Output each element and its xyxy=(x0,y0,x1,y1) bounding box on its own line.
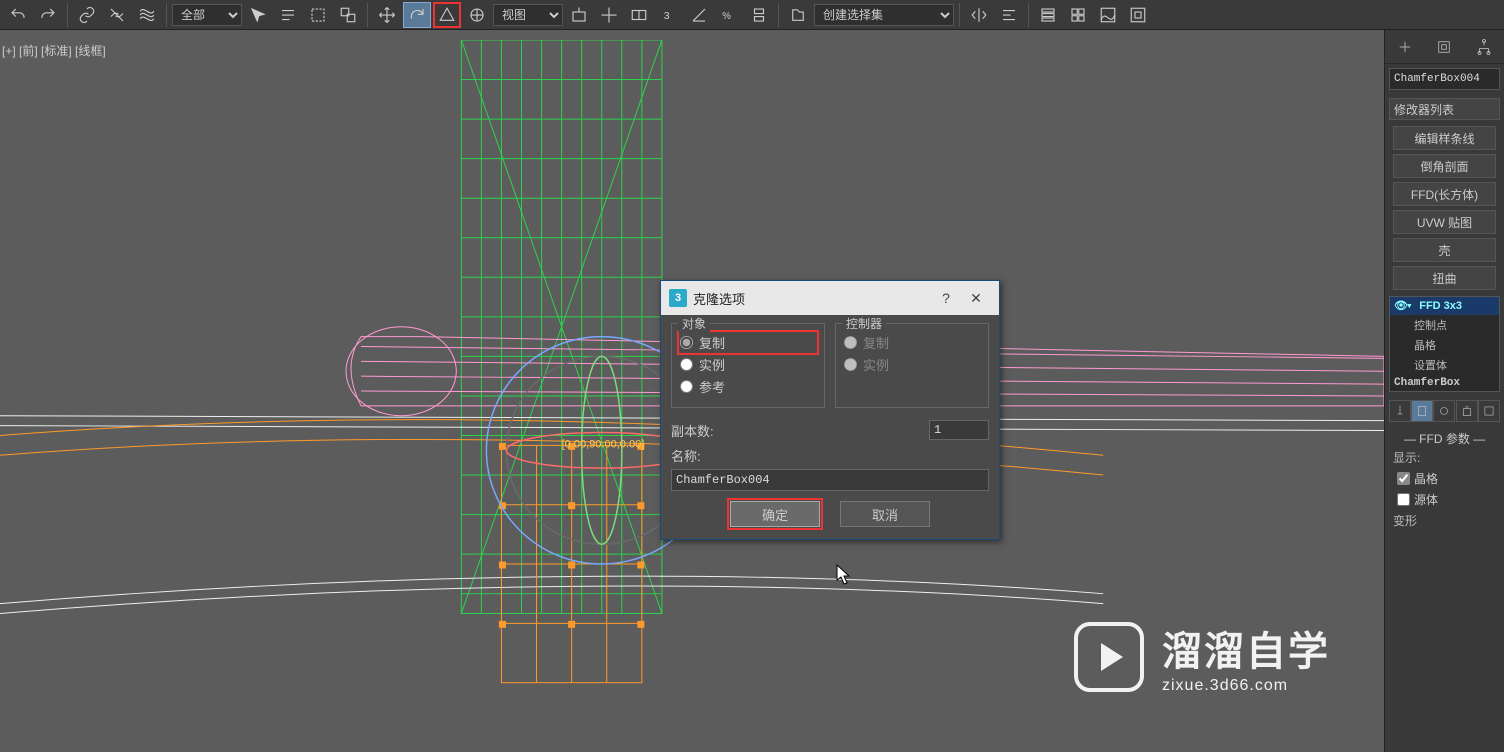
twist-button[interactable]: 扭曲 xyxy=(1393,266,1496,290)
rotate-button[interactable] xyxy=(403,2,431,28)
lattice-checkbox[interactable]: 晶格 xyxy=(1397,470,1492,487)
name-label: 名称: xyxy=(671,449,701,464)
source-volume-checkbox[interactable]: 源体 xyxy=(1397,491,1492,508)
unlink-button[interactable] xyxy=(103,2,131,28)
name-input[interactable] xyxy=(671,469,989,491)
placement-button[interactable] xyxy=(463,2,491,28)
modify-tab-icon[interactable] xyxy=(1430,33,1458,61)
command-panel-tabs xyxy=(1385,30,1504,64)
select-by-name-button[interactable] xyxy=(274,2,302,28)
toggle-ribbon-button[interactable] xyxy=(1064,2,1092,28)
stack-item-base[interactable]: ChamferBox xyxy=(1390,375,1499,391)
use-pivot-center-button[interactable] xyxy=(565,2,593,28)
window-crossing-button[interactable] xyxy=(334,2,362,28)
dialog-titlebar[interactable]: 3 克隆选项 ? ✕ xyxy=(661,281,999,315)
separator xyxy=(67,3,68,27)
command-panel: 修改器列表 编辑样条线 倒角剖面 FFD(长方体) UVW 贴图 壳 扭曲 👁▾… xyxy=(1384,30,1504,752)
close-button[interactable]: ✕ xyxy=(961,290,991,307)
copies-field: 副本数: xyxy=(671,420,989,440)
object-legend: 对象 xyxy=(678,315,710,332)
cancel-button[interactable]: 取消 xyxy=(840,501,930,527)
svg-text:%: % xyxy=(722,10,731,21)
separator xyxy=(778,3,779,27)
curve-editor-button[interactable] xyxy=(1094,2,1122,28)
svg-text:3: 3 xyxy=(664,9,670,21)
layer-explorer-button[interactable] xyxy=(1034,2,1062,28)
spinner-snap-button[interactable] xyxy=(745,2,773,28)
copies-spinner[interactable] xyxy=(929,420,989,440)
ctrl-copy-radio: 复制 xyxy=(844,333,980,352)
shell-button[interactable]: 壳 xyxy=(1393,238,1496,262)
snap-toggle-button[interactable]: 3 xyxy=(655,2,683,28)
app-icon: 3 xyxy=(669,289,687,307)
separator xyxy=(367,3,368,27)
stack-item-ffd[interactable]: 👁▾ FFD 3x3 xyxy=(1390,297,1499,315)
display-label: 显示: xyxy=(1393,449,1496,466)
copies-label: 副本数: xyxy=(671,421,714,440)
move-button[interactable] xyxy=(373,2,401,28)
transform-readout: [0.00,90.00,0.00] xyxy=(562,438,645,450)
edit-spline-button[interactable]: 编辑样条线 xyxy=(1393,126,1496,150)
undo-button[interactable] xyxy=(4,2,32,28)
viewport-label[interactable]: [+] [前] [标准] [线框] xyxy=(2,42,106,59)
clone-options-dialog: 3 克隆选项 ? ✕ 对象 复制 实例 参考 控制器 复制 实例 副本数: 名称… xyxy=(660,280,1000,540)
object-group: 对象 复制 实例 参考 xyxy=(671,323,825,408)
copy-radio[interactable]: 复制 xyxy=(680,333,816,352)
reference-radio[interactable]: 参考 xyxy=(680,377,816,396)
deform-label: 变形 xyxy=(1393,512,1496,529)
angle-snap-button[interactable] xyxy=(685,2,713,28)
show-end-result-icon[interactable] xyxy=(1411,400,1433,422)
manipulator-button[interactable] xyxy=(595,2,623,28)
bevel-profile-button[interactable]: 倒角剖面 xyxy=(1393,154,1496,178)
redo-button[interactable] xyxy=(34,2,62,28)
controller-legend: 控制器 xyxy=(842,315,886,332)
separator xyxy=(959,3,960,27)
hierarchy-tab-icon[interactable] xyxy=(1470,33,1498,61)
main-toolbar: 全部 视图 3 % 创建选择集 xyxy=(0,0,1504,30)
link-button[interactable] xyxy=(73,2,101,28)
mirror-button[interactable] xyxy=(965,2,993,28)
stack-sub-control-points[interactable]: 控制点 xyxy=(1390,315,1499,335)
pin-stack-icon[interactable] xyxy=(1389,400,1411,422)
select-object-button[interactable] xyxy=(244,2,272,28)
stack-sub-lattice[interactable]: 晶格 xyxy=(1390,335,1499,355)
make-unique-icon[interactable] xyxy=(1433,400,1455,422)
rect-select-button[interactable] xyxy=(304,2,332,28)
bind-spacewarp-button[interactable] xyxy=(133,2,161,28)
modifier-stack[interactable]: 👁▾ FFD 3x3 控制点 晶格 设置体 ChamferBox xyxy=(1389,296,1500,392)
create-tab-icon[interactable] xyxy=(1391,33,1419,61)
ctrl-instance-radio: 实例 xyxy=(844,355,980,374)
object-name-field[interactable] xyxy=(1389,68,1500,90)
ok-button[interactable]: 确定 xyxy=(730,501,820,527)
separator xyxy=(1028,3,1029,27)
dialog-title: 克隆选项 xyxy=(693,289,931,308)
selection-filter-dropdown[interactable]: 全部 xyxy=(172,4,242,26)
remove-modifier-icon[interactable] xyxy=(1456,400,1478,422)
schematic-view-button[interactable] xyxy=(1124,2,1152,28)
keyboard-shortcut-override-button[interactable] xyxy=(625,2,653,28)
align-button[interactable] xyxy=(995,2,1023,28)
separator xyxy=(166,3,167,27)
ffd-params-rollout[interactable]: — FFD 参数 — xyxy=(1385,430,1504,447)
uvw-map-button[interactable]: UVW 贴图 xyxy=(1393,210,1496,234)
instance-radio[interactable]: 实例 xyxy=(680,355,816,374)
ref-coord-dropdown[interactable]: 视图 xyxy=(493,4,563,26)
scale-button[interactable] xyxy=(433,2,461,28)
ffd-box-button[interactable]: FFD(长方体) xyxy=(1393,182,1496,206)
percent-snap-button[interactable]: % xyxy=(715,2,743,28)
modifier-list-dropdown[interactable]: 修改器列表 xyxy=(1389,98,1500,120)
named-selection-dropdown[interactable]: 创建选择集 xyxy=(814,4,954,26)
stack-toolbar xyxy=(1389,398,1500,424)
named-selection-edit-icon[interactable] xyxy=(784,2,812,28)
controller-group: 控制器 复制 实例 xyxy=(835,323,989,408)
stack-sub-set-volume[interactable]: 设置体 xyxy=(1390,355,1499,375)
help-button[interactable]: ? xyxy=(931,290,961,306)
name-field-row: 名称: xyxy=(671,446,989,491)
configure-sets-icon[interactable] xyxy=(1478,400,1500,422)
